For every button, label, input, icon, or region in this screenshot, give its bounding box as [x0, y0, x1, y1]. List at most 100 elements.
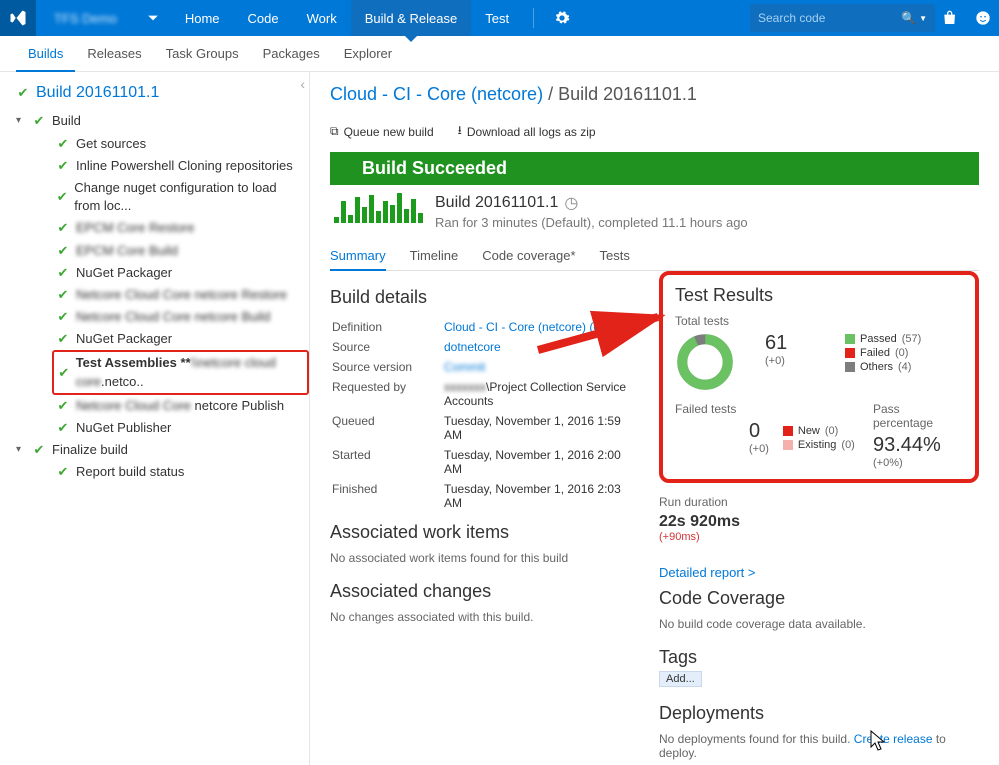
breadcrumb-project[interactable]: Cloud - CI - Core (netcore) — [330, 84, 543, 104]
tab-timeline[interactable]: Timeline — [410, 242, 459, 270]
build-title-node[interactable]: ✔ Build 20161101.1 — [8, 80, 309, 106]
build-title-text: Build 20161101.1 — [36, 82, 159, 104]
check-icon: ✔ — [56, 419, 70, 437]
nav-home[interactable]: Home — [171, 0, 234, 36]
total-tests-delta: (+0) — [765, 355, 835, 367]
tab-summary[interactable]: Summary — [330, 242, 386, 271]
build-step[interactable]: ✔Netcore Cloud Core netcore Restore — [8, 284, 309, 306]
subnav-taskgroups[interactable]: Task Groups — [154, 36, 251, 72]
subnav-releases[interactable]: Releases — [75, 36, 153, 72]
total-tests-value: 61 — [765, 332, 835, 355]
failed-tests-label: Failed tests — [675, 402, 863, 416]
download-icon: ⭳ — [458, 121, 462, 142]
search-input[interactable] — [758, 11, 901, 25]
check-icon: ✔ — [58, 364, 70, 382]
marketplace-icon[interactable] — [935, 10, 967, 26]
search-box[interactable]: 🔍 ▼ — [750, 4, 935, 32]
check-icon: ✔ — [56, 219, 70, 237]
check-icon: ✔ — [56, 188, 68, 206]
build-subtitle: Ran for 3 minutes (Default), completed 1… — [435, 215, 748, 230]
subnav-explorer[interactable]: Explorer — [332, 36, 404, 72]
build-name: Build 20161101.1 ◷ — [435, 193, 748, 213]
project-name[interactable]: TFS Demo — [36, 11, 135, 26]
build-step[interactable]: ✔NuGet Publisher — [8, 417, 309, 439]
test-donut-chart — [675, 332, 735, 392]
tags-heading: Tags — [659, 647, 979, 668]
check-icon: ✔ — [16, 84, 30, 102]
search-dropdown-icon[interactable]: ▼ — [919, 14, 927, 23]
test-assemblies-step[interactable]: ✔ Test Assemblies **\\netcore cloud core… — [52, 350, 309, 394]
top-nav: Home Code Work Build & Release Test — [171, 0, 523, 36]
build-tabs: Summary Timeline Code coverage* Tests — [330, 242, 979, 271]
test-results-panel: Test Results Total tests 61 (+0) — [659, 271, 979, 483]
feedback-icon[interactable] — [967, 10, 999, 26]
code-coverage-heading: Code Coverage — [659, 588, 979, 609]
subnav-builds[interactable]: Builds — [16, 36, 75, 72]
chevron-down-icon: ▾ — [16, 443, 26, 457]
assoc-changes-heading: Associated changes — [330, 581, 633, 602]
build-history-sparkline[interactable] — [334, 193, 423, 223]
tab-codecoverage[interactable]: Code coverage* — [482, 242, 575, 270]
assoc-changes-text: No changes associated with this build. — [330, 610, 633, 624]
check-icon: ✔ — [56, 330, 70, 348]
check-icon: ✔ — [32, 112, 46, 130]
code-coverage-text: No build code coverage data available. — [659, 617, 979, 631]
nav-work[interactable]: Work — [293, 0, 351, 36]
deployments-text: No deployments found for this build. Cre… — [659, 732, 979, 760]
nav-code[interactable]: Code — [234, 0, 293, 36]
build-step[interactable]: ✔Netcore Cloud Core netcore Publish — [8, 395, 309, 417]
queue-new-build-button[interactable]: ⧉Queue new build — [330, 121, 434, 142]
nav-test[interactable]: Test — [471, 0, 523, 36]
build-step[interactable]: ✔EPCM Core Build — [8, 240, 309, 262]
build-step[interactable]: ✔Inline Powershell Cloning repositories — [8, 155, 309, 177]
build-step[interactable]: ✔Change nuget configuration to load from… — [8, 177, 309, 217]
failed-tests-value: 0 — [749, 420, 769, 443]
download-logs-button[interactable]: ⭳Download all logs as zip — [458, 121, 596, 142]
run-duration-delta: (+90ms) — [659, 531, 979, 543]
subnav-packages[interactable]: Packages — [251, 36, 332, 72]
collapse-sidebar-icon[interactable]: ‹ — [300, 76, 305, 92]
detailed-report-link[interactable]: Detailed report > — [659, 565, 755, 580]
deployments-heading: Deployments — [659, 703, 979, 724]
build-header-row: Build 20161101.1 ◷ Ran for 3 minutes (De… — [330, 185, 979, 242]
settings-gear-icon[interactable] — [544, 10, 580, 26]
create-release-link[interactable]: Create release — [854, 732, 933, 746]
run-duration-value: 22s 920ms — [659, 513, 979, 531]
tab-tests[interactable]: Tests — [600, 242, 630, 270]
build-status-banner: Build Succeeded — [330, 152, 979, 185]
build-root[interactable]: ▾ ✔ Build — [8, 110, 309, 132]
build-step[interactable]: ✔NuGet Packager — [8, 262, 309, 284]
sub-nav: Builds Releases Task Groups Packages Exp… — [0, 36, 999, 72]
chevron-down-icon: ▾ — [16, 114, 26, 128]
vs-logo-icon[interactable] — [0, 0, 36, 36]
build-step[interactable]: ✔Netcore Cloud Core netcore Build — [8, 306, 309, 328]
breadcrumb-current: Build 20161101.1 — [558, 84, 697, 104]
build-step[interactable]: ✔NuGet Packager — [8, 328, 309, 350]
check-icon: ✔ — [56, 157, 70, 175]
breadcrumb: Cloud - CI - Core (netcore) / Build 2016… — [330, 84, 979, 105]
pass-pct-value: 93.44% — [873, 434, 963, 457]
report-status-step[interactable]: ✔ Report build status — [8, 461, 309, 483]
build-step[interactable]: ✔Get sources — [8, 133, 309, 155]
total-tests-label: Total tests — [675, 314, 963, 328]
check-icon: ✔ — [56, 308, 70, 326]
check-icon: ✔ — [56, 463, 70, 481]
build-step[interactable]: ✔EPCM Core Restore — [8, 217, 309, 239]
finalize-build[interactable]: ▾ ✔ Finalize build — [8, 439, 309, 461]
check-icon: ✔ — [32, 441, 46, 459]
assoc-items-heading: Associated work items — [330, 522, 633, 543]
test-legend: Passed (57) Failed (0) Others (4) — [845, 332, 963, 374]
pass-pct-delta: (+0%) — [873, 457, 963, 469]
check-icon: ✔ — [56, 264, 70, 282]
retain-icon[interactable]: ◷ — [564, 193, 578, 213]
assoc-items-text: No associated work items found for this … — [330, 551, 633, 565]
build-content: Cloud - CI - Core (netcore) / Build 2016… — [310, 72, 999, 765]
test-results-heading: Test Results — [675, 285, 963, 306]
queue-icon: ⧉ — [330, 124, 339, 139]
nav-build-release[interactable]: Build & Release — [351, 0, 472, 36]
check-icon: ✔ — [56, 135, 70, 153]
project-dropdown-icon[interactable] — [135, 12, 171, 24]
check-icon: ✔ — [56, 397, 70, 415]
search-icon[interactable]: 🔍 — [901, 11, 916, 25]
add-tag-button[interactable]: Add... — [659, 671, 702, 687]
